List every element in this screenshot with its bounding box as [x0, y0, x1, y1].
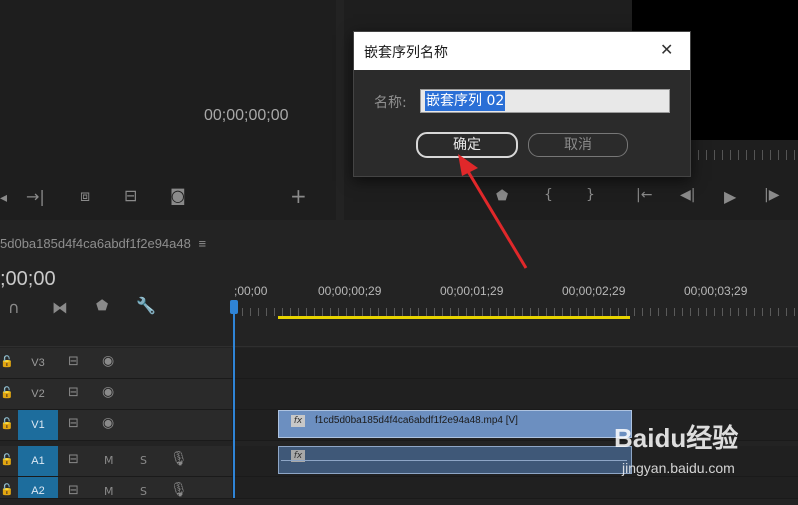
dialog-title: 嵌套序列名称 [364, 45, 448, 61]
source-monitor-panel: 00;00;00;00 ◂ →| ⧈ ⊟ ◙ + [0, 0, 336, 220]
microphone-icon[interactable]: 🎙 [170, 451, 188, 467]
step-back-icon[interactable]: ◂ [0, 190, 7, 206]
lock-icon[interactable]: 🔓 [0, 386, 14, 399]
dialog-titlebar: 嵌套序列名称 ✕ [354, 32, 690, 70]
insert-icon[interactable]: ⧈ [80, 186, 90, 206]
snap-icon[interactable]: ∩ [8, 298, 20, 317]
clip-name: f1cd5d0ba185d4f4ca6abdf1f2e94a48.mp4 [V] [315, 415, 518, 426]
program-controls: ⬟ { } |← ◀| ▶ |▶ [344, 182, 798, 214]
track-v2: 🔓 V2 ⊟ ◉ [0, 379, 798, 410]
ruler-start-label: ;00;00 [234, 284, 268, 298]
timeline-tab[interactable]: 5d0ba185d4f4ca6abdf1f2e94a48 ≡ [0, 236, 206, 251]
track-lane[interactable] [232, 348, 798, 378]
play-icon[interactable]: ▶ [724, 187, 736, 206]
close-icon[interactable]: ✕ [660, 40, 673, 59]
ruler-tick-label: 00;00;02;29 [562, 284, 626, 298]
overwrite-icon[interactable]: ⊟ [124, 186, 137, 205]
add-marker-icon[interactable]: ⬟ [96, 298, 108, 314]
panel-menu-icon[interactable]: ≡ [198, 236, 206, 251]
sync-lock-icon[interactable]: ⊟ [68, 452, 79, 467]
ruler-ticks [234, 308, 798, 316]
sync-lock-icon[interactable]: ⊟ [68, 385, 79, 400]
source-timecode: 00;00;00;00 [204, 107, 289, 124]
mute-button[interactable]: M [104, 485, 114, 498]
linked-selection-icon[interactable]: ⧓ [52, 298, 68, 317]
go-to-in-icon[interactable]: |← [636, 187, 652, 203]
name-input-selected-text: 嵌套序列 02 [425, 91, 506, 111]
mark-out-icon[interactable]: } [586, 187, 595, 203]
lock-icon[interactable]: 🔓 [0, 483, 14, 496]
track-label[interactable]: V1 [18, 410, 58, 440]
eye-icon[interactable]: ◉ [102, 415, 114, 431]
program-ruler [690, 150, 798, 160]
watermark-logo: Baidu经验 [614, 423, 739, 453]
microphone-icon[interactable]: 🎙 [170, 482, 188, 498]
arrow-shaft [464, 167, 528, 269]
playhead-handle[interactable] [230, 300, 238, 314]
track-lane[interactable] [232, 379, 798, 409]
work-area-bar[interactable] [278, 316, 630, 319]
go-to-out-icon[interactable]: →| [26, 187, 45, 206]
timeline-divider [0, 346, 798, 347]
source-controls: ◂ →| ⧈ ⊟ ◙ + [0, 182, 336, 214]
sequence-name: 5d0ba185d4f4ca6abdf1f2e94a48 [0, 236, 191, 251]
eye-icon[interactable]: ◉ [102, 353, 114, 369]
lock-icon[interactable]: 🔓 [0, 355, 14, 368]
camera-icon[interactable]: ◙ [170, 186, 186, 205]
solo-button[interactable]: S [140, 485, 147, 498]
audio-clip[interactable]: fx [278, 446, 632, 474]
video-clip[interactable]: fx f1cd5d0ba185d4f4ca6abdf1f2e94a48.mp4 … [278, 410, 632, 438]
name-input[interactable]: 嵌套序列 02 [420, 89, 670, 113]
timeline-current-timecode[interactable]: ;00;00 [0, 268, 56, 291]
track-label[interactable]: A2 [18, 477, 58, 498]
sync-lock-icon[interactable]: ⊟ [68, 416, 79, 431]
step-back-frame-icon[interactable]: ◀| [680, 187, 695, 203]
mute-button[interactable]: M [104, 454, 114, 467]
lock-icon[interactable]: 🔓 [0, 453, 14, 466]
step-forward-frame-icon[interactable]: |▶ [764, 187, 779, 203]
sync-lock-icon[interactable]: ⊟ [68, 354, 79, 369]
solo-button[interactable]: S [140, 454, 147, 467]
arrow-head [458, 154, 478, 176]
annotation-arrow [458, 154, 528, 269]
audio-waveform-line [281, 460, 627, 461]
lock-icon[interactable]: 🔓 [0, 417, 14, 430]
add-button-icon[interactable]: + [290, 184, 307, 208]
track-label[interactable]: V3 [18, 348, 58, 378]
name-label: 名称: [374, 95, 407, 111]
watermark-url: jingyan.baidu.com [622, 460, 735, 476]
eye-icon[interactable]: ◉ [102, 384, 114, 400]
track-label[interactable]: V2 [18, 379, 58, 409]
ruler-tick-label: 00;00;00;29 [318, 284, 382, 298]
track-label[interactable]: A1 [18, 446, 58, 476]
watermark: Baidu经验 jingyan.baidu.com [606, 408, 796, 492]
ruler-tick-label: 00;00;01;29 [440, 284, 504, 298]
fx-badge: fx [291, 415, 305, 427]
sync-lock-icon[interactable]: ⊟ [68, 483, 79, 498]
track-v3: 🔓 V3 ⊟ ◉ [0, 348, 798, 379]
playhead[interactable] [233, 300, 235, 498]
wrench-icon[interactable]: 🔧 [136, 296, 156, 315]
ruler-tick-label: 00;00;03;29 [684, 284, 748, 298]
